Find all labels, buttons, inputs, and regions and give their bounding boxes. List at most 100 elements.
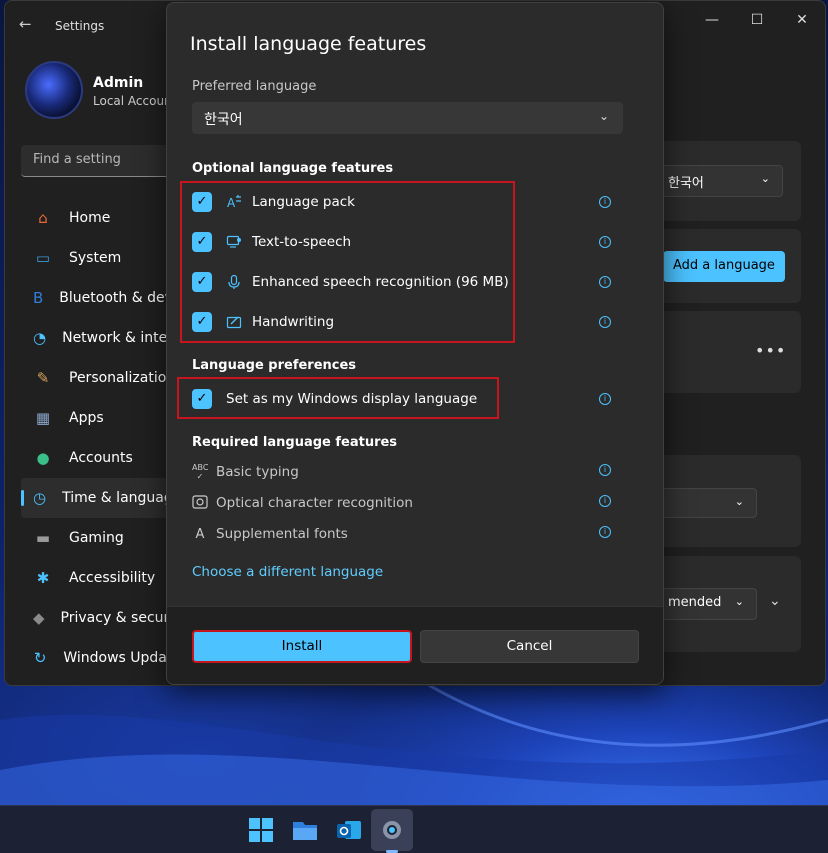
settings-gear-icon[interactable] [378,816,406,844]
maximize-icon[interactable]: ☐ [742,9,772,31]
windows-start-icon[interactable] [247,816,275,844]
language-preferences-header: Language preferences [192,358,357,373]
back-arrow-icon[interactable]: ← [19,15,37,33]
speech-recognition-label: Enhanced speech recognition (96 MB) [252,274,509,290]
sidebar-item[interactable]: ✱ Accessibility [21,558,181,598]
sidebar-item-label: Accounts [69,450,133,466]
sidebar-item-label: System [69,250,122,266]
ocr-icon [192,494,208,512]
display-language-checkbox[interactable]: ✓ [192,389,212,409]
file-explorer-icon[interactable] [291,816,319,844]
info-icon[interactable]: i [599,316,611,328]
home-icon: ⌂ [38,209,48,227]
app-title: Settings [55,19,105,33]
wifi-icon: ◔ [33,329,47,347]
text-to-speech-row[interactable]: ✓ Text-to-speech [192,231,351,253]
handwriting-icon [226,314,242,330]
speech-recognition-checkbox[interactable]: ✓ [192,272,212,292]
sidebar-item[interactable]: ✎ Personalization [21,358,181,398]
more-options-icon[interactable]: ••• [755,341,786,360]
apps-icon: ▦ [35,409,51,427]
handwriting-checkbox[interactable]: ✓ [192,312,212,332]
info-icon[interactable]: i [599,276,611,288]
handwriting-label: Handwriting [252,314,335,330]
sidebar-item-label: Home [69,210,111,226]
update-icon: ↻ [33,649,47,667]
chevron-down-icon: ⌄ [760,172,770,185]
clock-globe-icon: ◷ [33,489,47,507]
accessibility-icon: ✱ [36,569,50,587]
outlook-icon[interactable] [335,816,363,844]
sidebar-item[interactable]: ↻ Windows Update [21,638,181,678]
info-icon[interactable]: i [599,393,611,405]
brush-icon: ✎ [36,369,50,387]
minimize-icon[interactable]: — [697,9,727,31]
taskbar [0,805,828,853]
ocr-row: Optical character recognition [192,493,413,513]
sidebar-item[interactable]: ● Accounts [21,438,181,478]
choose-different-language-link[interactable]: Choose a different language [192,564,383,580]
search-input[interactable]: Find a setting [21,145,181,177]
sidebar-item[interactable]: ▭ System [21,238,181,278]
language-pack-icon: A [226,194,242,210]
info-icon[interactable]: i [599,236,611,248]
language-pack-checkbox[interactable]: ✓ [192,192,212,212]
text-to-speech-checkbox[interactable]: ✓ [192,232,212,252]
account-type: Local Account [93,94,177,108]
sidebar-item-label: Personalization [69,370,176,386]
info-icon[interactable]: i [599,495,611,507]
chevron-down-icon: ⌄ [598,109,609,123]
monitor-icon: ▭ [35,249,51,267]
preferred-language-label: Preferred language [192,79,317,94]
sidebar-item[interactable]: ▦ Apps [21,398,181,438]
sidebar-item[interactable]: ⌂ Home [21,198,181,238]
sidebar-item[interactable]: B Bluetooth & devices [21,278,200,318]
person-icon: ● [36,449,50,467]
sidebar-item-label: Gaming [69,530,124,546]
info-icon[interactable]: i [599,196,611,208]
close-icon[interactable]: ✕ [787,9,817,31]
dialog-title: Install language features [190,33,427,55]
add-language-button[interactable]: Add a language [663,251,785,282]
sidebar-item[interactable]: ◆ Privacy & security [21,598,187,638]
info-icon[interactable]: i [599,526,611,538]
recommended-partial: mended [668,595,722,610]
sidebar-item-label: Apps [69,410,104,426]
abc-check-icon: ABC ✓ [192,463,209,481]
supplemental-fonts-row: A Supplemental fonts [192,524,348,544]
install-language-dialog: Install language features Preferred lang… [166,2,664,685]
speech-recognition-row[interactable]: ✓ Enhanced speech recognition (96 MB) [192,271,509,293]
language-pack-row[interactable]: ✓ A Language pack [192,191,355,213]
format-select[interactable]: mended ⌄ [657,588,757,620]
display-language-row[interactable]: ✓ Set as my Windows display language [192,388,477,410]
sidebar-item[interactable]: ◔ Network & internet [21,318,196,358]
user-name: Admin [93,75,144,91]
bluetooth-icon: B [33,289,44,307]
text-to-speech-icon [226,234,242,250]
region-select[interactable]: ⌄ [657,488,757,518]
wallpaper-swirl [0,680,828,810]
handwriting-row[interactable]: ✓ Handwriting [192,311,334,333]
sidebar-item-label: Time & language [62,490,182,506]
chevron-down-icon: ⌄ [734,495,744,508]
chevron-down-icon: ⌄ [734,595,744,608]
cancel-button[interactable]: Cancel [420,630,639,663]
install-button[interactable]: Install [192,630,412,663]
sidebar-item-label: Accessibility [69,570,156,586]
ocr-label: Optical character recognition [216,495,413,511]
expand-chevron-icon[interactable]: ⌄ [769,593,781,609]
basic-typing-label: Basic typing [216,464,299,480]
sidebar-nav: ⌂ Home ▭ System B Bluetooth & devices ◔ Network… [21,198,200,678]
avatar [25,61,83,119]
supplemental-fonts-label: Supplemental fonts [216,526,348,542]
shield-icon: ◆ [33,609,45,627]
sidebar-item-label: Windows Update [63,650,181,666]
gamepad-icon: ▬ [35,529,51,547]
fonts-icon: A [195,526,205,542]
sidebar-item[interactable]: ◷ Time & language [21,478,181,518]
info-icon[interactable]: i [599,464,611,476]
microphone-icon [226,274,242,290]
display-language-select[interactable]: 한국어 ⌄ [657,165,783,197]
sidebar-item[interactable]: ▬ Gaming [21,518,181,558]
preferred-language-select[interactable]: 한국어 ⌄ [192,102,623,134]
